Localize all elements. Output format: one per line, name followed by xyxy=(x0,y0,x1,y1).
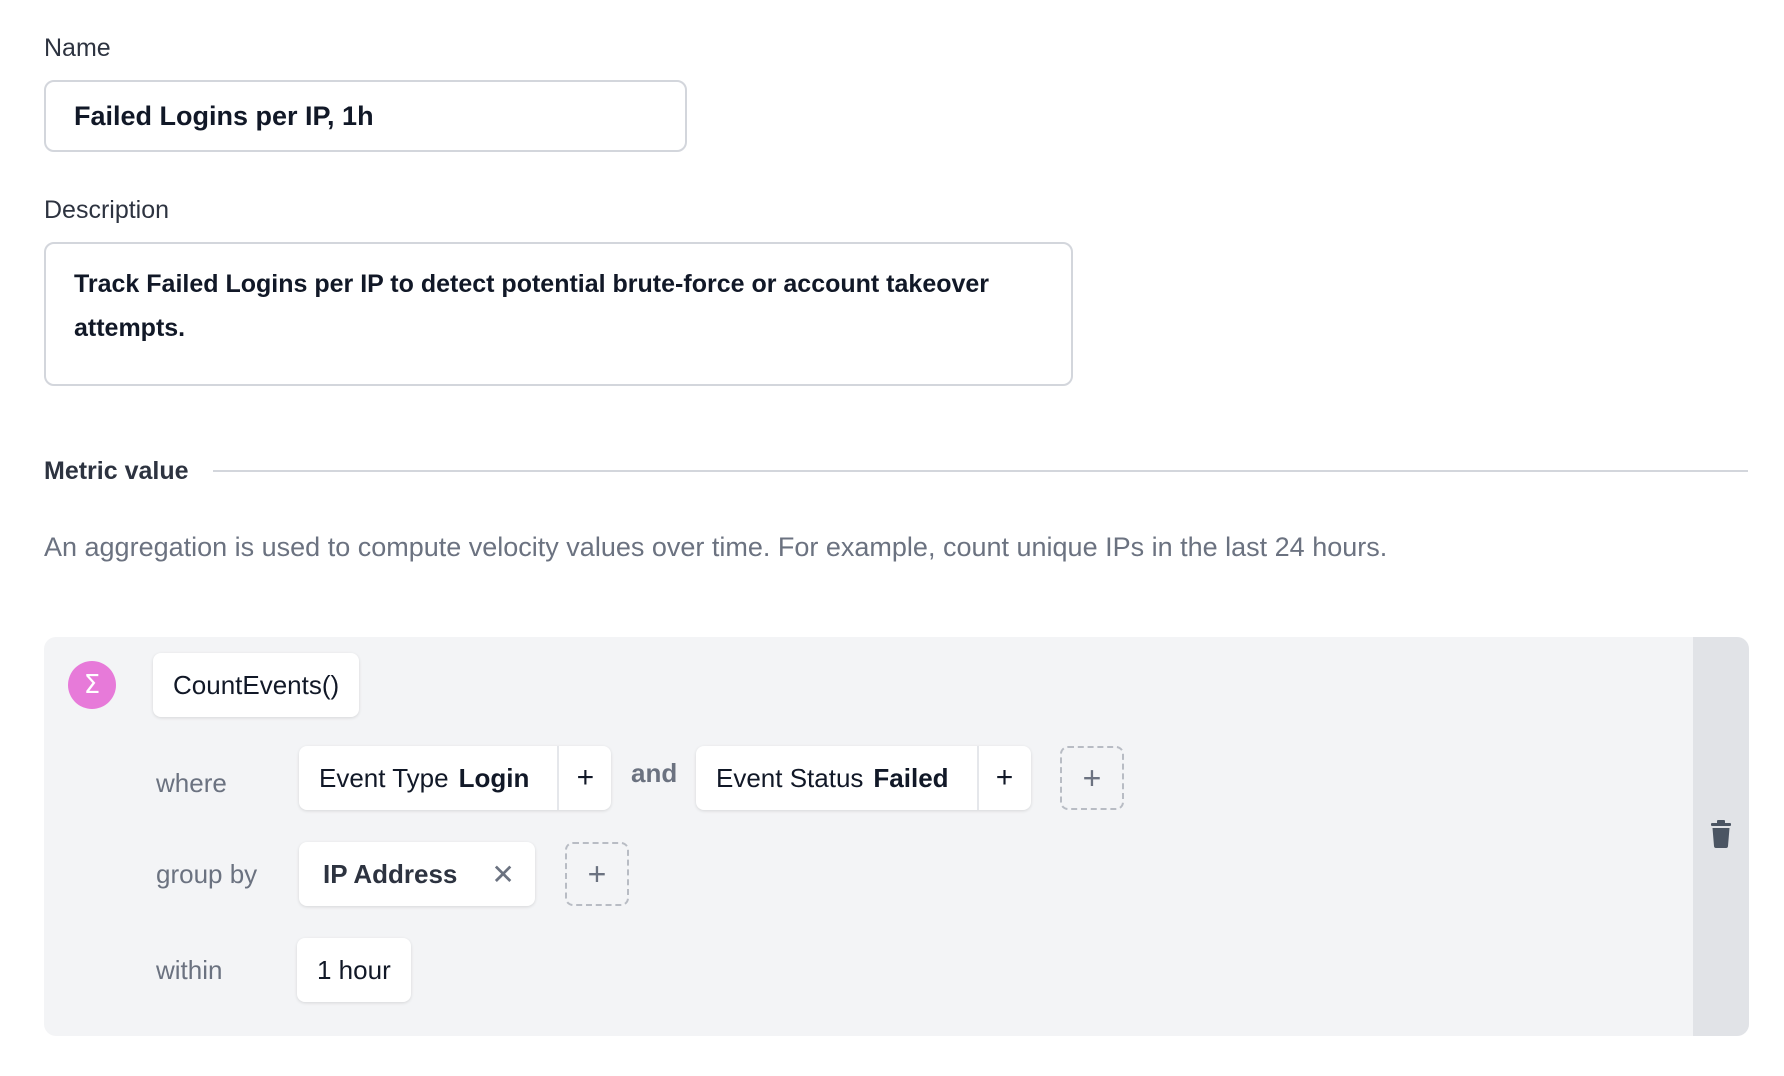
condition-filter[interactable]: Event Status Failed xyxy=(696,746,977,810)
metric-editor-page: Name Description Track Failed Logins per… xyxy=(0,0,1784,1076)
close-icon[interactable]: ✕ xyxy=(491,858,514,891)
add-or-value-button[interactable]: + xyxy=(557,746,611,810)
aggregation-chip[interactable]: CountEvents() xyxy=(153,653,360,717)
panel-side-bar xyxy=(1693,637,1749,1036)
add-group-by-button[interactable]: + xyxy=(565,842,629,906)
sigma-icon: Σ xyxy=(68,661,116,709)
description-label: Description xyxy=(44,196,170,224)
where-label: where xyxy=(156,768,227,798)
name-input[interactable] xyxy=(44,80,687,152)
trash-icon[interactable] xyxy=(1709,820,1733,853)
condition-chip-event-type: Event Type Login + xyxy=(299,746,612,810)
condition-value: Login xyxy=(458,762,530,793)
group-by-chip[interactable]: IP Address ✕ xyxy=(299,842,535,906)
name-label: Name xyxy=(44,34,111,62)
section-divider xyxy=(212,470,1748,472)
description-textarea[interactable]: Track Failed Logins per IP to detect pot… xyxy=(44,242,1073,386)
condition-filter[interactable]: Event Type Login xyxy=(299,746,557,810)
within-label: within xyxy=(156,955,223,985)
add-condition-button[interactable]: + xyxy=(1060,746,1124,810)
within-chip[interactable]: 1 hour xyxy=(297,938,411,1002)
section-help-text: An aggregation is used to compute veloci… xyxy=(44,532,1388,562)
condition-chip-event-status: Event Status Failed + xyxy=(696,746,1031,810)
group-by-value: IP Address xyxy=(323,858,458,889)
metric-builder-panel: Σ CountEvents() where Event Type Login +… xyxy=(44,637,1749,1036)
metric-value-header: Metric value xyxy=(44,456,1748,486)
group-by-label: group by xyxy=(156,859,258,889)
section-title: Metric value xyxy=(44,456,189,485)
and-label: and xyxy=(631,758,678,788)
condition-field: Event Status xyxy=(716,762,864,793)
condition-value: Failed xyxy=(873,762,949,793)
add-or-value-button[interactable]: + xyxy=(976,746,1031,810)
condition-field: Event Type xyxy=(319,762,449,793)
